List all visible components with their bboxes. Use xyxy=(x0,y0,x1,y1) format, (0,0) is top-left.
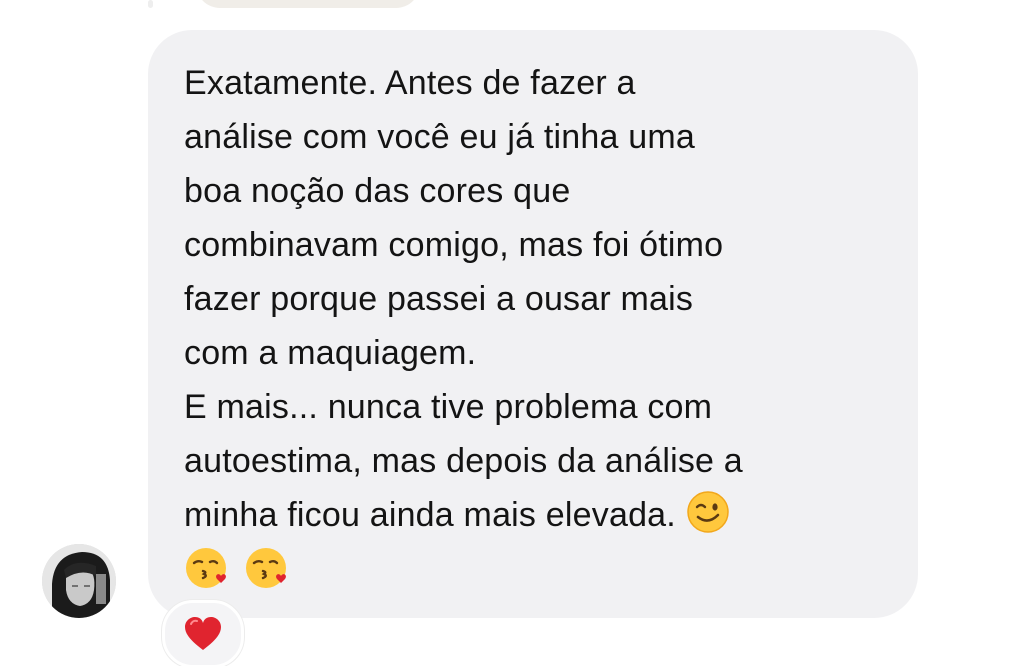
message-line: E mais... nunca tive problema com xyxy=(184,388,713,426)
message-paragraph: E mais... nunca tive problema com autoes… xyxy=(184,380,888,596)
heart-reaction[interactable] xyxy=(162,600,244,666)
message-line: análise com você eu já tinha uma xyxy=(184,118,696,156)
message-line: combinavam comigo, mas foi ótimo xyxy=(184,226,724,264)
previous-message-edge xyxy=(148,0,153,8)
previous-message-bubble[interactable] xyxy=(196,0,420,8)
message-line: autoestima, mas depois da análise a xyxy=(184,442,743,480)
profile-photo-icon xyxy=(42,544,116,618)
sender-avatar[interactable] xyxy=(42,544,116,618)
message-line: Exatamente. Antes de fazer a xyxy=(184,64,636,102)
message-bubble[interactable]: Exatamente. Antes de fazer a análise com… xyxy=(148,30,918,618)
message-line: minha ficou ainda mais elevada. xyxy=(184,496,676,534)
red-heart-icon xyxy=(185,617,221,650)
chat-view: Exatamente. Antes de fazer a análise com… xyxy=(0,0,1024,666)
message-line: boa noção das cores que xyxy=(184,172,571,210)
message-paragraph: Exatamente. Antes de fazer a análise com… xyxy=(184,56,888,380)
face-blowing-kiss-icon xyxy=(246,548,286,588)
emoji-row xyxy=(184,542,888,596)
face-blowing-kiss-icon xyxy=(186,548,226,588)
winking-face-icon xyxy=(687,491,729,533)
message-line-with-emoji: minha ficou ainda mais elevada. xyxy=(184,488,888,542)
message-line: com a maquiagem. xyxy=(184,334,477,372)
message-line: fazer porque passei a ousar mais xyxy=(184,280,694,318)
